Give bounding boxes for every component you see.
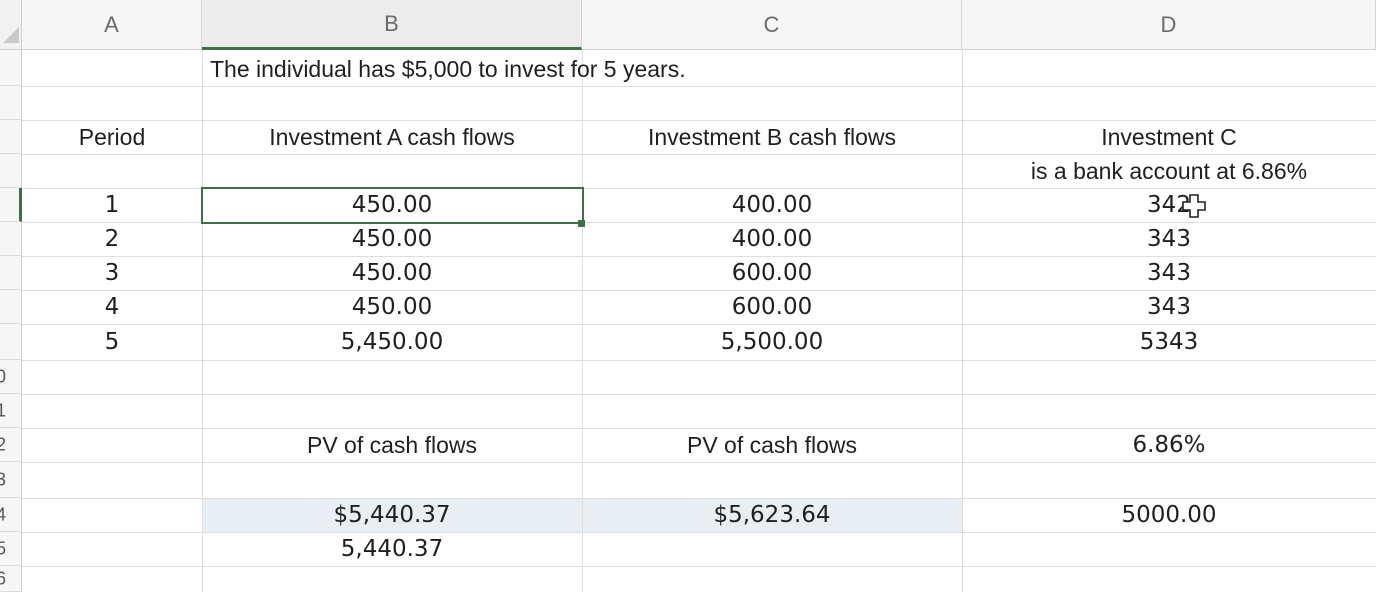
cell-pv-value-c[interactable]: 5000.00 <box>962 498 1376 532</box>
column-header-c[interactable]: C <box>582 0 962 50</box>
cell-b-header-note[interactable]: The individual has $5,000 to invest for … <box>202 52 686 86</box>
cell-investment-a-value[interactable]: 450.00 <box>202 256 582 290</box>
cell-pv-label-b[interactable]: PV of cash flows <box>582 428 962 462</box>
cell-investment-a-value[interactable]: 5,450.00 <box>202 324 582 360</box>
cell-period[interactable]: 2 <box>22 222 202 256</box>
cell-investment-a-value[interactable]: 450.00 <box>202 290 582 324</box>
row-header-11[interactable]: 1 <box>0 394 22 428</box>
row-header-15[interactable]: 5 <box>0 532 22 566</box>
cell-pv-value-b[interactable]: $5,623.64 <box>582 498 962 532</box>
gridline <box>22 360 1376 361</box>
gridline <box>22 394 1376 395</box>
row-header-10[interactable]: 0 <box>0 360 22 394</box>
column-header-b[interactable]: B <box>202 0 582 50</box>
row-header[interactable] <box>0 256 22 290</box>
cell-rate-value[interactable]: 6.86% <box>962 428 1376 462</box>
column-header-a[interactable]: A <box>22 0 202 50</box>
cell-investment-b-value[interactable]: 400.00 <box>582 222 962 256</box>
row-header-14[interactable]: 4 <box>0 498 22 532</box>
select-all-triangle-icon <box>3 27 19 43</box>
cell-period[interactable]: 4 <box>22 290 202 324</box>
cell-investment-c-value[interactable]: 5343 <box>962 324 1376 360</box>
cell-investment-a-value[interactable]: 450.00 <box>202 222 582 256</box>
cell-period[interactable]: 5 <box>22 324 202 360</box>
gridline <box>22 566 1376 567</box>
cell-investment-c-value[interactable]: 343 <box>962 256 1376 290</box>
cell-period[interactable]: 3 <box>22 256 202 290</box>
cell-investment-c-value[interactable]: 343 <box>962 290 1376 324</box>
row-header[interactable] <box>0 50 22 86</box>
cell-pv-value-a[interactable]: $5,440.37 <box>202 498 582 532</box>
row-header-12[interactable]: 2 <box>0 428 22 462</box>
spreadsheet-grid: A B C D 0 1 2 3 4 5 6 The individual has… <box>0 0 1376 592</box>
cell-investment-b-value[interactable]: 5,500.00 <box>582 324 962 360</box>
gridline <box>22 462 1376 463</box>
row-header[interactable] <box>0 188 22 222</box>
cell-investment-b-value[interactable]: 600.00 <box>582 256 962 290</box>
cell-investment-a-header[interactable]: Investment A cash flows <box>202 120 582 154</box>
select-all-corner[interactable] <box>0 0 22 50</box>
cell-investment-b-value[interactable]: 400.00 <box>582 188 962 222</box>
active-cell-selection[interactable] <box>201 187 584 224</box>
row-header-16[interactable]: 6 <box>0 566 22 592</box>
column-header-d[interactable]: D <box>962 0 1376 50</box>
cell-period-header[interactable]: Period <box>22 120 202 154</box>
cell-investment-b-header[interactable]: Investment B cash flows <box>582 120 962 154</box>
gridline <box>22 86 1376 87</box>
row-header[interactable] <box>0 324 22 360</box>
cell-investment-c-header[interactable]: Investment C <box>962 120 1376 154</box>
row-header[interactable] <box>0 120 22 154</box>
cell-investment-b-value[interactable]: 600.00 <box>582 290 962 324</box>
cell-period[interactable]: 1 <box>22 188 202 222</box>
cell-pv-label-a[interactable]: PV of cash flows <box>202 428 582 462</box>
row-header-13[interactable]: 3 <box>0 462 22 498</box>
row-header[interactable] <box>0 86 22 120</box>
cell-investment-c-subheader[interactable]: is a bank account at 6.86% <box>962 154 1376 188</box>
cell-investment-c-value[interactable]: 342 <box>962 188 1376 222</box>
row-header[interactable] <box>0 222 22 256</box>
fill-handle[interactable] <box>578 220 585 227</box>
cell-investment-c-value[interactable]: 343 <box>962 222 1376 256</box>
cell-pv-value-a-plain[interactable]: 5,440.37 <box>202 532 582 566</box>
row-header[interactable] <box>0 290 22 324</box>
row-header[interactable] <box>0 154 22 188</box>
